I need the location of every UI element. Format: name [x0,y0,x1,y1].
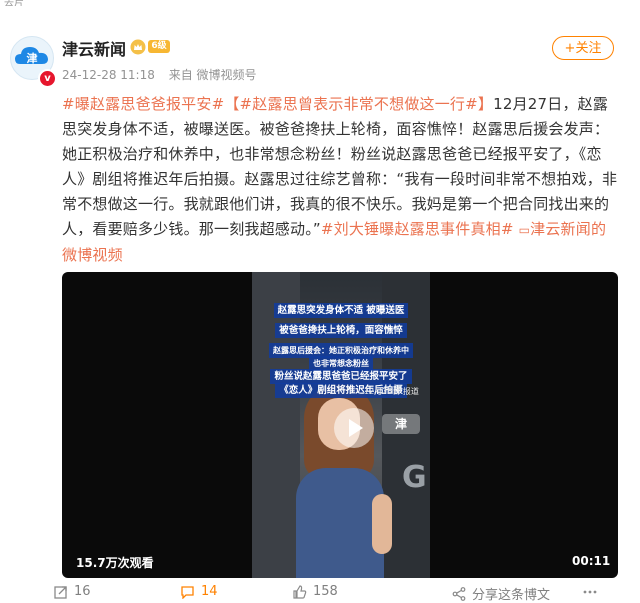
video-duration: 00:11 [572,554,611,568]
topic-tag-not-want-career[interactable]: 【#赵露思曾表示非常不想做这一行#】 [224,95,493,113]
share-icon [452,586,466,601]
share-button[interactable]: 分享这条博文 [452,584,550,603]
avatar-glyph: 津 [27,51,38,65]
video-caption-2: 被爸爸搀扶上轮椅，面容憔悴 [252,318,430,338]
video-link-icon: ▭ [518,223,531,237]
repost-icon [54,585,67,599]
post-meta: 24-12-28 11:18 来自 微博视频号 [62,66,267,83]
post-source: 来自 微博视频号 [168,68,257,82]
video-date-caption: 12月28日 报道 [364,387,419,396]
post-text: #曝赵露思爸爸报平安#【#赵露思曾表示非常不想做这一行#】12月27日，赵露思突… [62,92,618,268]
like-button[interactable]: 158 [292,584,338,599]
weibo-post-card: 津 v 津云新闻 6级 24-12-28 11:18 来自 微博视频号 +关注 … [0,6,640,603]
play-icon[interactable] [334,408,374,448]
follow-button[interactable]: +关注 [552,36,614,60]
more-options-button[interactable] [582,584,604,599]
topic-tag-liu-dachui[interactable]: #刘大锤曝赵露思事件真相# [321,220,514,238]
like-count: 158 [313,584,338,599]
repost-button[interactable]: 16 [54,584,91,599]
verified-icon: v [38,69,57,88]
share-label: 分享这条博文 [472,588,551,603]
person-arm [372,494,392,554]
post-body: 12月27日，赵露思突发身体不适，被曝送医。被爸爸搀扶上轮椅，面容憔悴！赵露思后… [62,95,618,238]
person-body [296,468,384,578]
post-timestamp[interactable]: 24-12-28 11:18 [62,68,155,82]
vip-badge: 6级 [148,40,170,53]
video-caption-1: 赵露思突发身体不适 被曝送医 [252,298,430,318]
gold-crown-icon [130,39,146,55]
author-name[interactable]: 津云新闻 [62,36,126,60]
topic-tag-dad-safe[interactable]: #曝赵露思爸爸报平安# [62,95,224,113]
comment-icon [181,585,194,599]
thumbs-up-icon [293,584,307,599]
comment-count: 14 [201,584,218,599]
video-watermark-logo: 津 [382,414,420,434]
comment-button[interactable]: 14 [180,584,218,599]
frame-background-letter: G [402,460,427,495]
more-dots-icon [583,590,597,593]
action-bar: 16 14 158 分享这条博文 [0,581,640,603]
repost-count: 16 [74,584,91,599]
video-player[interactable]: G 赵露思突发身体不适 被曝送医 被爸爸搀扶上轮椅，面容憔悴 赵露思后援会：她正… [62,272,618,578]
view-count: 15.7万次观看 [76,556,154,570]
